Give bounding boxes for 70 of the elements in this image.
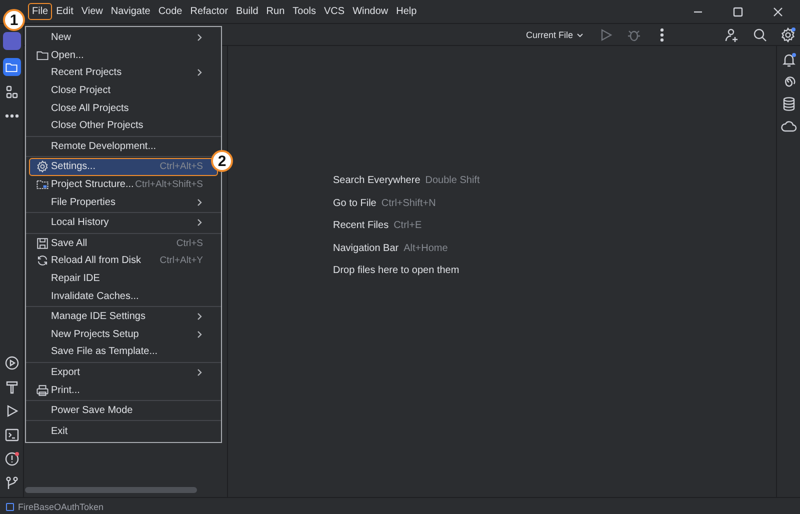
menu-item[interactable]: Save File as Template... [29, 343, 218, 361]
menu-item[interactable]: Recent Projects [29, 64, 218, 82]
add-user-icon[interactable] [724, 26, 740, 42]
menu-item[interactable]: Open... [29, 46, 218, 64]
menu-item[interactable]: Exit [29, 422, 218, 440]
menu-bar-item[interactable]: Run [262, 3, 289, 20]
hint-action: Search Everywhere [333, 174, 420, 188]
menu-item[interactable]: Manage IDE Settings [29, 308, 218, 326]
caret-icon [576, 30, 584, 38]
menu-bar-item[interactable]: Tools [288, 3, 320, 20]
run-configuration-dropdown[interactable]: Current File [524, 28, 586, 42]
project-square-icon [6, 502, 14, 510]
menu-item[interactable]: Close Other Projects [29, 116, 218, 135]
menu-item[interactable]: File Properties [29, 193, 218, 211]
menu-bar-item[interactable]: Build [232, 3, 262, 20]
git-branch-icon[interactable] [4, 475, 20, 491]
menu-item[interactable]: Reload All from Disk Ctrl+Alt+Y [29, 252, 218, 270]
database-icon[interactable] [780, 96, 796, 112]
structure-icon[interactable] [4, 84, 20, 100]
menu-bar-item[interactable]: Window [348, 3, 392, 20]
menu-item[interactable]: New Projects Setup [29, 326, 218, 344]
folder-icon [5, 60, 18, 74]
menu-item[interactable]: Save All Ctrl+S [29, 234, 218, 252]
menu-item[interactable]: Export [29, 364, 218, 382]
search-icon[interactable] [752, 26, 768, 42]
menu-item[interactable]: Close All Projects [29, 99, 218, 117]
menu-bar-item[interactable]: Edit [52, 3, 78, 20]
menu-bar-item[interactable]: File [28, 3, 52, 20]
hint-shortcut: Alt+Home [404, 242, 448, 256]
problems-icon[interactable] [4, 451, 20, 467]
menu-item[interactable]: Project Structure...Ctrl+Alt+Shift+S [29, 176, 218, 194]
cloud-icon[interactable] [780, 118, 796, 134]
menu-item[interactable]: Invalidate Caches... [29, 287, 218, 305]
terminal-icon[interactable] [4, 427, 20, 443]
menu-item[interactable]: Close Project [29, 82, 218, 100]
printer-icon [36, 384, 49, 397]
step-number-badge: 1 [3, 9, 25, 31]
project-badge-icon[interactable] [2, 32, 20, 50]
menu-item[interactable]: Repair IDE [29, 270, 218, 288]
menu-bar-item[interactable]: Navigate [106, 3, 154, 20]
hammer-icon[interactable] [4, 379, 20, 395]
services-icon[interactable] [4, 355, 20, 371]
menu-item[interactable]: Local History [29, 214, 218, 232]
menu-bar-item[interactable]: Code [154, 3, 186, 20]
gear-icon [36, 160, 49, 174]
menu-item[interactable]: Remote Development... [29, 138, 218, 156]
hint-shortcut: Ctrl+E [394, 219, 422, 234]
hint-action: Navigation Bar [333, 242, 399, 256]
structure-icon [36, 178, 49, 192]
menu-item[interactable]: New [29, 29, 218, 47]
menu-item[interactable]: Power Save Mode [29, 402, 218, 420]
menu-bar-item[interactable]: Help [392, 3, 421, 20]
folder-icon [36, 48, 49, 62]
scrollbar[interactable] [25, 487, 197, 493]
folder-tool-button[interactable] [2, 58, 20, 76]
project-name[interactable]: FireBaseOAuthToken [18, 502, 104, 512]
settings-icon[interactable] [780, 26, 796, 42]
hint-action: Go to File [333, 196, 376, 211]
menu-bar-item[interactable]: VCS [320, 3, 349, 20]
hint-shortcut: Ctrl+Shift+N [381, 196, 436, 211]
menu-bar-item[interactable]: View [77, 3, 107, 20]
reload-icon [36, 254, 49, 268]
hint-action: Recent Files [333, 219, 389, 234]
menu-item[interactable]: Print... [29, 381, 218, 399]
hint-action: Drop files here to open them [333, 264, 460, 278]
notifications-icon[interactable] [780, 52, 796, 68]
save-icon [36, 236, 49, 250]
menu-bar-item[interactable]: Refactor [186, 3, 232, 20]
menu-item[interactable]: Settings... Ctrl+Alt+S [29, 158, 218, 176]
hint-shortcut: Double Shift [425, 174, 480, 188]
